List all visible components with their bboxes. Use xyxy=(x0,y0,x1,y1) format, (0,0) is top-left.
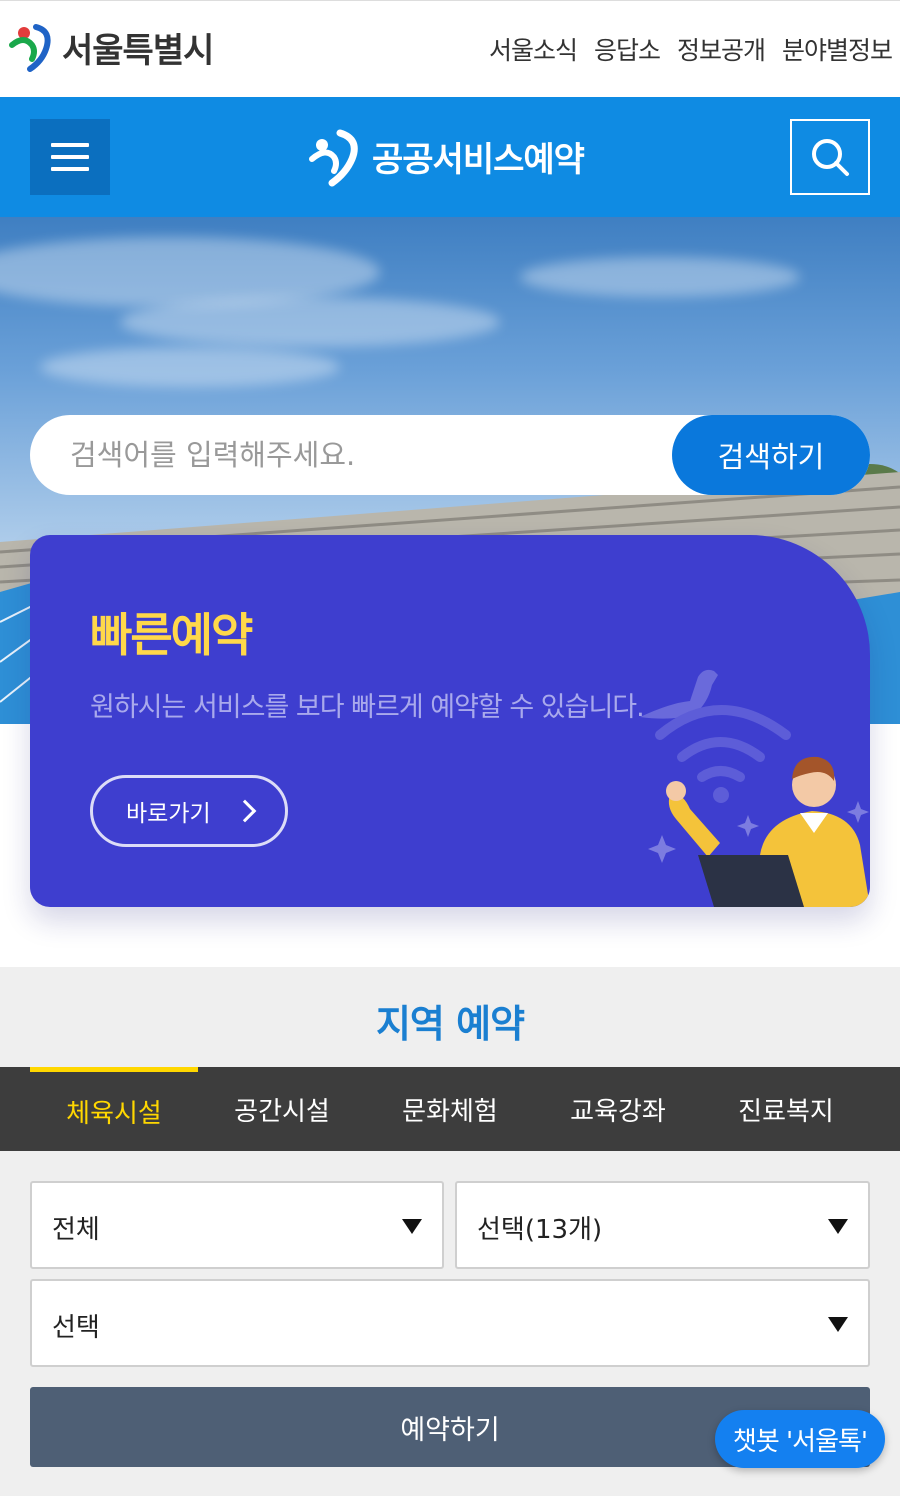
dropdown-arrow-icon xyxy=(402,1219,422,1234)
top-bar: 서울특별시 서울소식 응답소 정보공개 분야별정보 xyxy=(0,0,900,97)
topnav-response[interactable]: 응답소 xyxy=(594,31,661,67)
chatbot-button[interactable]: 챗봇 '서울톡' xyxy=(715,1410,885,1468)
brand-mark-icon xyxy=(309,129,358,187)
brand-text: 공공서비스예약 xyxy=(372,139,585,180)
menu-button[interactable] xyxy=(30,119,110,195)
header-search-button[interactable] xyxy=(790,119,870,195)
site-header: 공공서비스예약 xyxy=(0,97,900,217)
quick-reservation-card: 빠른예약 원하시는 서비스를 보다 빠르게 예약할 수 있습니다. 바로가기 xyxy=(30,535,870,907)
area-select[interactable]: 전체 xyxy=(30,1181,444,1269)
tab-space[interactable]: 공간시설 xyxy=(198,1067,366,1151)
quick-title: 빠른예약 xyxy=(90,608,253,662)
search-submit-button[interactable]: 검색하기 xyxy=(672,415,870,495)
bird-wifi-illustration xyxy=(640,669,870,907)
category-select-value: 선택(13개) xyxy=(477,1215,603,1245)
topnav-disclosure[interactable]: 정보공개 xyxy=(677,31,766,67)
topnav-field-info[interactable]: 분야별정보 xyxy=(782,31,893,67)
menu-icon xyxy=(51,143,89,147)
region-tabs: 체육시설 공간시설 문화체험 교육강좌 진료복지 xyxy=(0,1067,900,1151)
dropdown-arrow-icon xyxy=(828,1219,848,1234)
top-nav: 서울소식 응답소 정보공개 분야별정보 xyxy=(489,31,893,67)
category-select[interactable]: 선택(13개) xyxy=(455,1181,870,1269)
topnav-news[interactable]: 서울소식 xyxy=(489,31,578,67)
tab-medical[interactable]: 진료복지 xyxy=(702,1067,870,1151)
seoul-logo-text: 서울특별시 xyxy=(62,30,214,71)
cloud xyxy=(40,347,340,387)
hero-search-box: 검색하기 xyxy=(30,415,870,495)
quick-description: 원하시는 서비스를 보다 빠르게 예약할 수 있습니다. xyxy=(90,692,645,723)
region-title: 지역 예약 xyxy=(375,1002,525,1046)
chevron-right-icon xyxy=(233,799,256,823)
cloud xyxy=(120,297,500,347)
dropdown-arrow-icon xyxy=(828,1317,848,1332)
facility-select-value: 선택 xyxy=(52,1313,100,1343)
quick-go-label: 바로가기 xyxy=(126,801,211,827)
search-input[interactable] xyxy=(70,433,650,477)
tab-culture[interactable]: 문화체험 xyxy=(366,1067,534,1151)
cloud xyxy=(520,257,800,297)
facility-select[interactable]: 선택 xyxy=(30,1279,870,1367)
quick-go-button[interactable]: 바로가기 xyxy=(90,775,288,847)
brand-logo[interactable]: 공공서비스예약 xyxy=(308,125,585,187)
seoul-logo[interactable]: 서울특별시 xyxy=(8,21,214,73)
tab-education[interactable]: 교육강좌 xyxy=(534,1067,702,1151)
seoul-logo-icon xyxy=(9,24,51,72)
tab-sports[interactable]: 체육시설 xyxy=(30,1067,198,1151)
area-select-value: 전체 xyxy=(52,1215,100,1245)
search-icon xyxy=(812,139,849,176)
